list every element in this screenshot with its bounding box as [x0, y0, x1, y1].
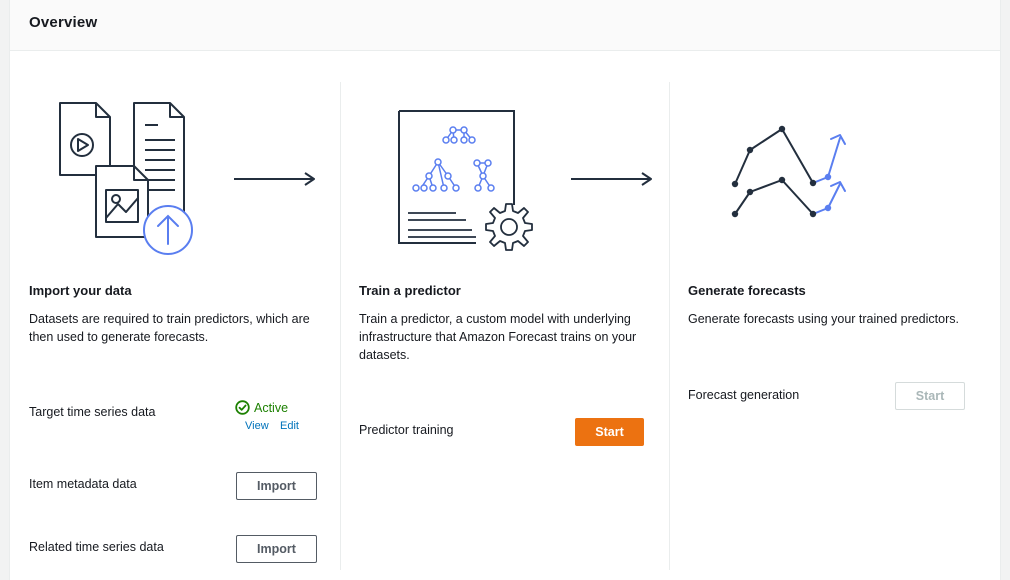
step-import-data: Import your data Datasets are required t…	[10, 50, 340, 580]
step-description: Generate forecasts using your trained pr…	[688, 312, 959, 326]
step-title: Train a predictor	[359, 283, 461, 298]
panel-title: Overview	[29, 14, 98, 31]
step-description: Datasets are required to train predictor…	[29, 312, 310, 344]
edit-link[interactable]: Edit	[280, 420, 299, 432]
status-badge: Active	[235, 400, 288, 415]
related-time-series-label: Related time series data	[29, 540, 164, 554]
check-circle-icon	[235, 400, 250, 415]
train-predictor-icon	[398, 110, 533, 251]
overview-panel: Overview Import your data Datasets are r…	[9, 0, 1001, 580]
target-time-series-label: Target time series data	[29, 405, 156, 419]
start-forecast-generation-button[interactable]: Start	[895, 382, 965, 410]
step-description: Train a predictor, a custom model with u…	[359, 312, 637, 362]
import-data-icon	[59, 102, 193, 255]
predictor-training-label: Predictor training	[359, 423, 454, 437]
import-related-time-series-button[interactable]: Import	[236, 535, 317, 563]
forecast-generation-label: Forecast generation	[688, 388, 800, 402]
status-text: Active	[254, 400, 289, 415]
arrow-right-icon	[571, 172, 652, 186]
forecast-chart-icon	[731, 125, 846, 218]
step-generate-forecasts: Generate forecasts Generate forecasts us…	[670, 50, 1000, 580]
start-predictor-training-button[interactable]: Start	[575, 418, 644, 446]
step-title: Generate forecasts	[688, 283, 806, 298]
step-train-predictor: Train a predictor Train a predictor, a c…	[341, 50, 669, 580]
view-link[interactable]: View	[245, 420, 269, 432]
panel-header: Overview	[10, 0, 1000, 51]
step-title: Import your data	[29, 283, 132, 298]
import-item-metadata-button[interactable]: Import	[236, 472, 317, 500]
arrow-right-icon	[234, 172, 315, 186]
item-metadata-label: Item metadata data	[29, 477, 137, 491]
